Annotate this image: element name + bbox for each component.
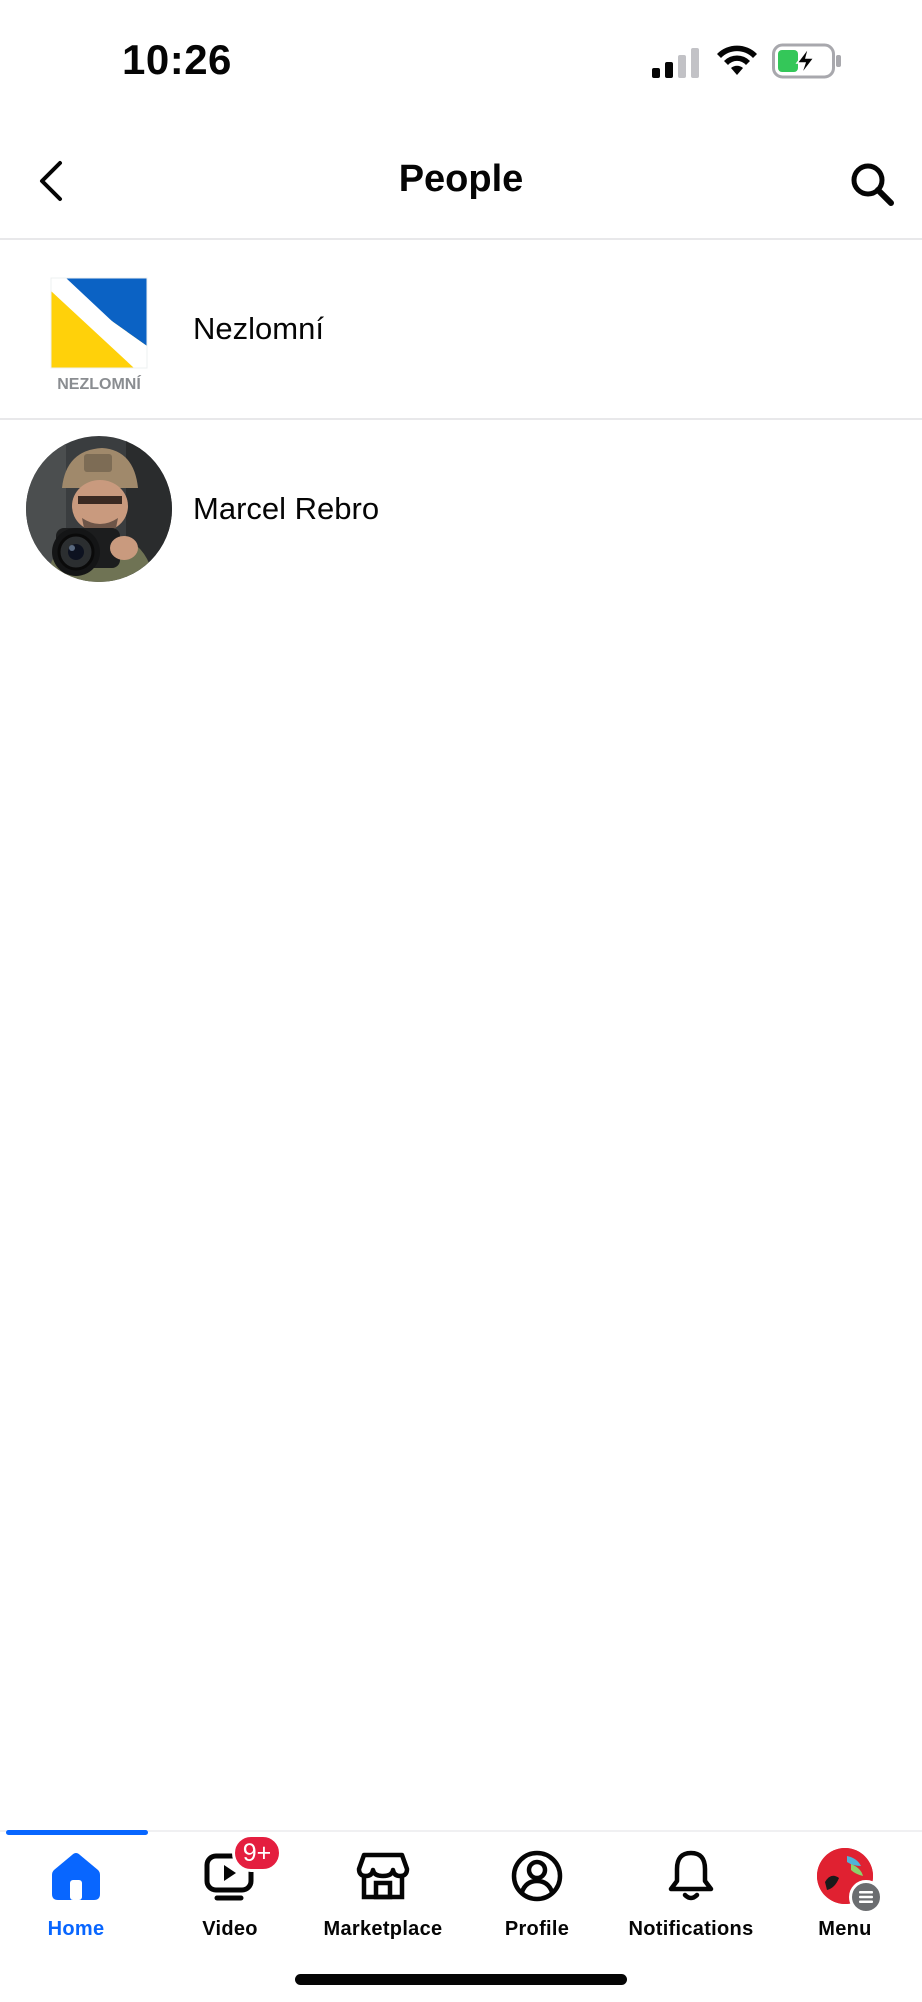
tab-profile[interactable]: Profile — [460, 1846, 614, 1956]
search-button[interactable] — [846, 158, 898, 210]
marketplace-icon — [353, 1846, 413, 1906]
avatar[interactable] — [26, 436, 172, 582]
people-list: NEZLOMNÍ Nezlomní Marcel Rebro — [0, 240, 922, 598]
tab-notifications[interactable]: Notifications — [614, 1846, 768, 1956]
tab-label: Notifications — [628, 1918, 754, 1940]
menu-avatar-wrap — [815, 1846, 883, 1914]
list-item[interactable]: Marcel Rebro — [0, 420, 922, 598]
tab-label: Marketplace — [323, 1918, 443, 1940]
tab-marketplace[interactable]: Marketplace — [306, 1846, 460, 1956]
nezlomni-logo: NEZLOMNÍ — [26, 256, 172, 402]
profile-photo — [26, 436, 172, 582]
battery-charging-icon — [772, 43, 841, 79]
tab-menu[interactable]: Menu — [768, 1846, 922, 1956]
home-icon — [46, 1846, 106, 1906]
active-tab-indicator — [6, 1830, 148, 1835]
video-icon: 9+ — [200, 1834, 282, 1906]
tab-label: Home — [47, 1918, 105, 1940]
tab-home[interactable]: Home — [0, 1846, 153, 1956]
person-name[interactable]: Nezlomní — [193, 311, 324, 347]
page-header: People — [0, 124, 922, 240]
notification-badge: 9+ — [232, 1834, 282, 1872]
home-indicator — [295, 1974, 627, 1985]
menu-avatar-icon — [817, 1848, 883, 1914]
status-time: 10:26 — [122, 36, 232, 83]
cellular-signal-icon — [652, 48, 699, 78]
bell-icon — [661, 1846, 721, 1906]
menu-lines-icon — [849, 1880, 883, 1914]
status-bar: 10:26 — [0, 0, 922, 124]
nezlomni-logo-text: NEZLOMNÍ — [57, 374, 141, 393]
page-title: People — [398, 158, 524, 200]
tab-label: Video — [202, 1918, 258, 1940]
tab-label: Profile — [504, 1918, 570, 1940]
tab-label: Menu — [818, 1918, 872, 1940]
person-name[interactable]: Marcel Rebro — [193, 491, 379, 527]
tab-video[interactable]: 9+ Video — [153, 1834, 307, 1956]
profile-icon — [507, 1846, 567, 1906]
wifi-icon — [717, 45, 757, 75]
avatar[interactable]: NEZLOMNÍ — [26, 256, 172, 402]
bottom-tab-bar: Home 9+ Video Marketplace Profile Notifi… — [0, 1830, 922, 2002]
search-icon — [851, 163, 894, 206]
list-item[interactable]: NEZLOMNÍ Nezlomní — [0, 240, 922, 420]
